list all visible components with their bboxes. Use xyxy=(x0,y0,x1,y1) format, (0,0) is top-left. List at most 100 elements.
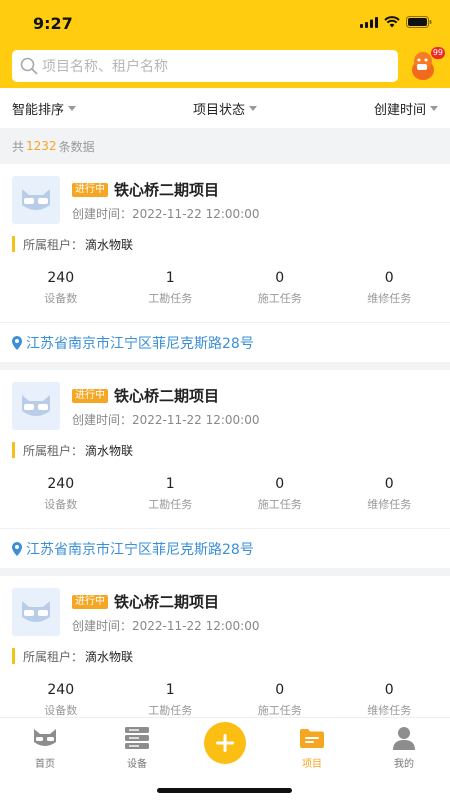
stat-value: 240 xyxy=(47,682,75,698)
project-address: 江苏省南京市江宁区菲尼克斯路28号 xyxy=(26,335,254,352)
stat-repair-tasks: 0 维修任务 xyxy=(335,476,445,512)
filter-sort-label: 智能排序 xyxy=(12,102,65,118)
stat-survey-tasks: 1 工勘任务 xyxy=(116,270,226,306)
project-title: 铁心桥二期项目 xyxy=(114,593,220,611)
server-icon xyxy=(125,727,149,749)
filter-created-time[interactable]: 创建时间 xyxy=(374,99,438,118)
created-time: 创建时间：2022-11-22 12:00:00 xyxy=(72,411,259,428)
status-bar: 9:27 xyxy=(0,0,450,46)
search-placeholder: 项目名称、租户名称 xyxy=(42,59,168,75)
stats-row: 240 设备数 1 工勘任务 0 施工任务 0 维修任务 xyxy=(6,270,444,306)
project-list: 进行中 铁心桥二期项目 创建时间：2022-11-22 12:00:00 所属租… xyxy=(0,164,450,717)
tab-projects-label: 项目 xyxy=(302,759,322,770)
stat-label: 工勘任务 xyxy=(148,704,193,717)
person-icon xyxy=(393,727,415,750)
stat-construction-tasks: 0 施工任务 xyxy=(225,476,335,512)
stat-label: 施工任务 xyxy=(257,292,302,305)
result-count-number: 1232 xyxy=(26,139,57,153)
stat-value: 1 xyxy=(165,682,175,698)
tab-profile[interactable]: 我的 xyxy=(359,724,449,770)
created-time-value: 2022-11-22 12:00:00 xyxy=(132,413,260,427)
app-header: 9:27 项目名称、租户名称 99 xyxy=(0,0,450,88)
tab-profile-label: 我的 xyxy=(394,759,414,770)
project-card[interactable]: 进行中 铁心桥二期项目 创建时间：2022-11-22 12:00:00 所属租… xyxy=(0,576,450,717)
cat-mascot-icon xyxy=(22,601,50,622)
result-count: 共 1232 条数据 xyxy=(0,128,450,164)
stat-label: 设备数 xyxy=(44,498,78,511)
project-title: 铁心桥二期项目 xyxy=(114,387,220,405)
filter-status[interactable]: 项目状态 xyxy=(193,99,257,118)
created-time: 创建时间：2022-11-22 12:00:00 xyxy=(72,205,259,222)
signal-icon xyxy=(360,16,378,28)
stat-construction-tasks: 0 施工任务 xyxy=(225,682,335,717)
tenant-row: 所属租户： 滴水物联 xyxy=(12,648,133,664)
tab-devices[interactable]: 设备 xyxy=(92,724,182,770)
status-badge: 进行中 xyxy=(72,388,108,403)
tenant-row: 所属租户： 滴水物联 xyxy=(12,236,133,252)
stat-label: 设备数 xyxy=(44,292,78,305)
stat-repair-tasks: 0 维修任务 xyxy=(335,270,445,306)
stat-label: 工勘任务 xyxy=(148,292,193,305)
created-time: 创建时间：2022-11-22 12:00:00 xyxy=(72,617,259,634)
stat-label: 维修任务 xyxy=(367,704,412,717)
status-icons xyxy=(360,16,432,28)
search-icon xyxy=(20,57,38,75)
stat-value: 0 xyxy=(384,476,394,492)
stat-device-count: 240 设备数 xyxy=(6,270,116,306)
cat-face-icon xyxy=(34,729,56,746)
stat-label: 工勘任务 xyxy=(148,498,193,511)
stat-value: 1 xyxy=(165,270,175,286)
location-pin-icon xyxy=(12,335,22,350)
tenant-row: 所属租户： 滴水物联 xyxy=(12,442,133,458)
project-address-link[interactable]: 江苏省南京市江宁区菲尼克斯路28号 xyxy=(0,322,450,362)
stat-survey-tasks: 1 工勘任务 xyxy=(116,476,226,512)
add-button[interactable] xyxy=(204,722,246,764)
project-address-link[interactable]: 江苏省南京市江宁区菲尼克斯路28号 xyxy=(0,528,450,568)
mascot-message-button[interactable]: 99 xyxy=(408,47,445,82)
stat-label: 施工任务 xyxy=(257,498,302,511)
search-input[interactable]: 项目名称、租户名称 xyxy=(12,50,398,82)
stat-label: 维修任务 xyxy=(367,498,412,511)
stat-value: 0 xyxy=(275,476,285,492)
stat-value: 0 xyxy=(275,270,285,286)
project-thumbnail xyxy=(12,588,60,636)
project-title: 铁心桥二期项目 xyxy=(114,181,220,199)
result-count-suffix: 条数据 xyxy=(58,139,95,154)
stat-value: 240 xyxy=(47,270,75,286)
stats-row: 240 设备数 1 工勘任务 0 施工任务 0 维修任务 xyxy=(6,682,444,717)
status-time: 9:27 xyxy=(33,14,73,33)
caret-down-icon xyxy=(68,106,77,111)
created-time-value: 2022-11-22 12:00:00 xyxy=(132,619,260,633)
home-indicator xyxy=(157,788,292,793)
stats-row: 240 设备数 1 工勘任务 0 施工任务 0 维修任务 xyxy=(6,476,444,512)
stat-label: 设备数 xyxy=(44,704,78,717)
stat-value: 0 xyxy=(384,270,394,286)
stat-value: 240 xyxy=(47,476,75,492)
project-card[interactable]: 进行中 铁心桥二期项目 创建时间：2022-11-22 12:00:00 所属租… xyxy=(0,164,450,362)
tab-devices-label: 设备 xyxy=(127,759,147,770)
stat-label: 维修任务 xyxy=(367,292,412,305)
filter-created-time-label: 创建时间 xyxy=(373,102,426,118)
bottom-tab-bar: 首页 设备 项目 我的 xyxy=(0,717,450,800)
stat-value: 0 xyxy=(275,682,285,698)
stat-device-count: 240 设备数 xyxy=(6,476,116,512)
tab-home[interactable]: 首页 xyxy=(0,724,90,770)
wifi-icon xyxy=(384,16,400,28)
stat-repair-tasks: 0 维修任务 xyxy=(335,682,445,717)
status-badge: 进行中 xyxy=(72,182,108,197)
message-count-badge: 99 xyxy=(430,47,445,59)
battery-icon xyxy=(406,16,432,28)
stat-value: 0 xyxy=(384,682,394,698)
tenant-label: 所属租户： xyxy=(23,443,84,458)
caret-down-icon xyxy=(249,106,257,111)
tenant-label: 所属租户： xyxy=(23,237,84,252)
stat-construction-tasks: 0 施工任务 xyxy=(225,270,335,306)
tab-projects[interactable]: 项目 xyxy=(267,724,357,770)
filter-sort[interactable]: 智能排序 xyxy=(12,99,77,118)
project-thumbnail xyxy=(12,176,60,224)
tenant-value: 滴水物联 xyxy=(85,237,134,252)
cat-mascot-icon xyxy=(22,189,50,210)
caret-down-icon xyxy=(429,106,438,111)
plus-icon xyxy=(216,734,234,752)
project-card[interactable]: 进行中 铁心桥二期项目 创建时间：2022-11-22 12:00:00 所属租… xyxy=(0,370,450,568)
